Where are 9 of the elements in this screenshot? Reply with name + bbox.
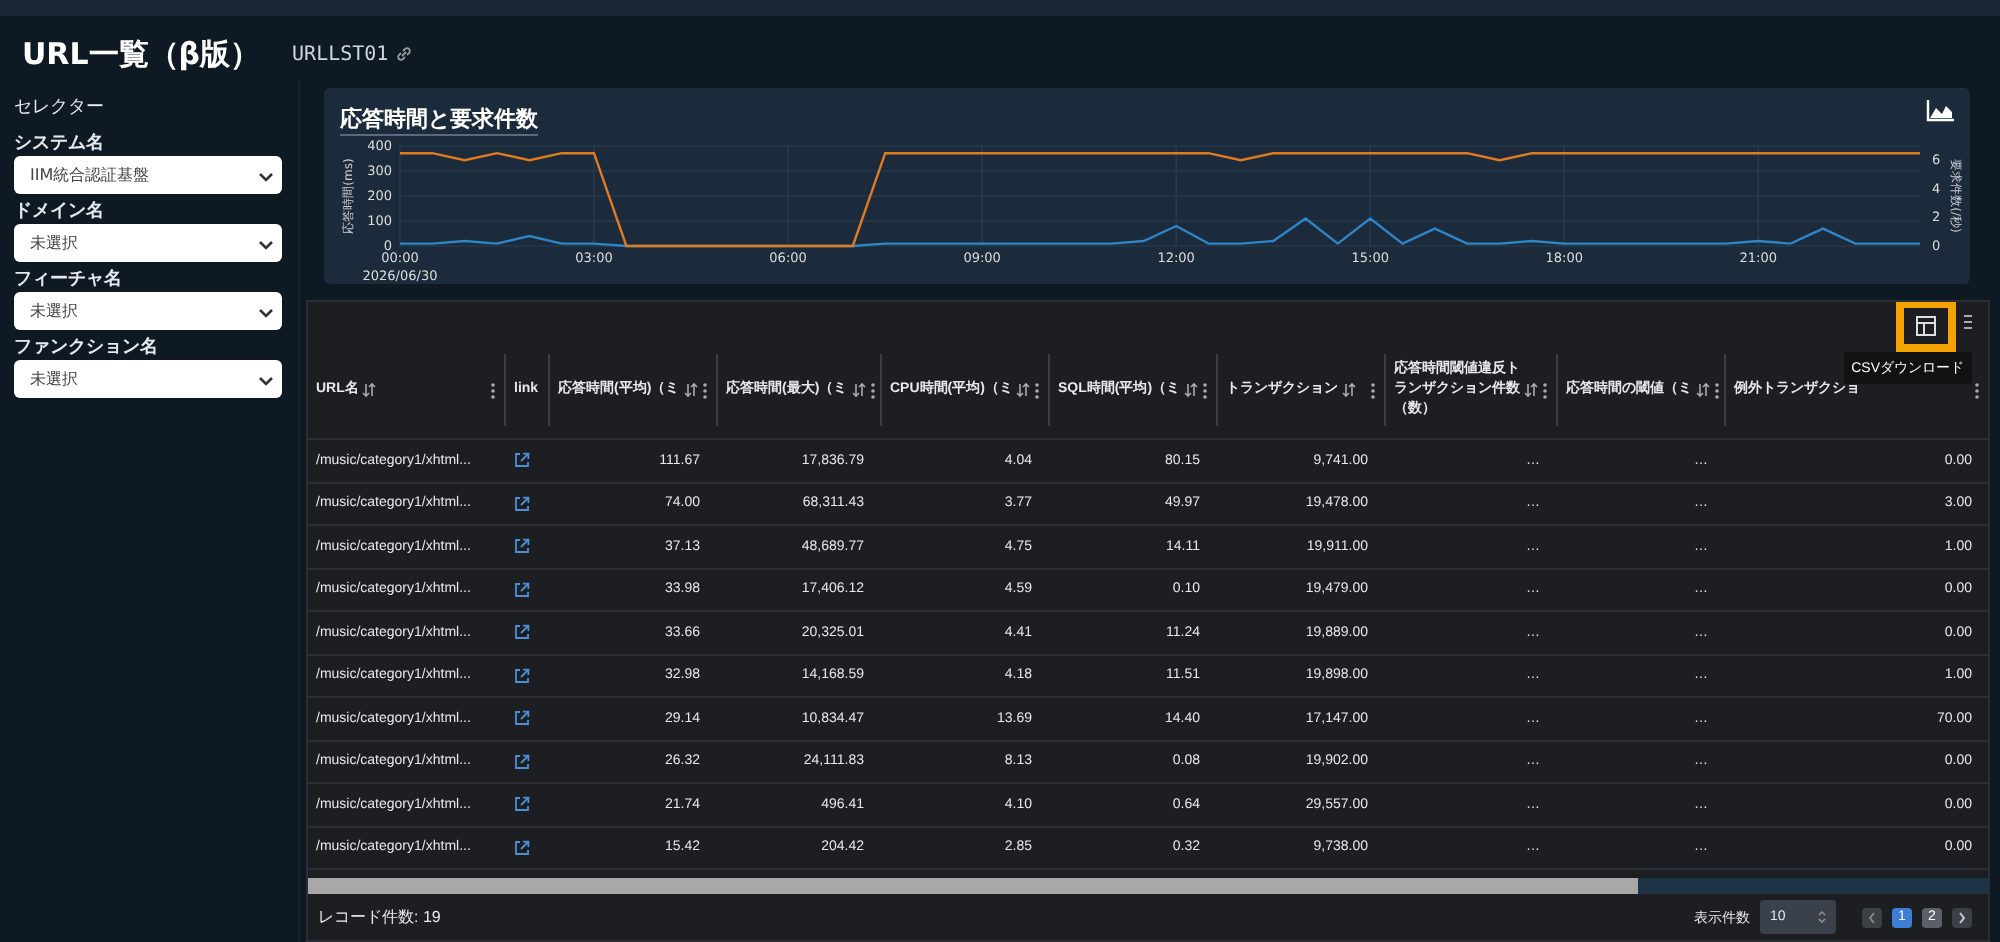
- page-code: URLLST01: [292, 43, 389, 65]
- filter-label: システム名: [14, 131, 106, 156]
- filter-label: フィーチャ名: [14, 267, 124, 292]
- filter-label: ファンクション名: [14, 335, 160, 360]
- chart-title: 応答時間と要求件数: [340, 104, 538, 136]
- page-title: URL一覧（β版）: [22, 35, 261, 73]
- record-count: レコード件数: 19: [318, 906, 441, 928]
- filter-label: ドメイン名: [14, 199, 106, 224]
- selector-heading: セレクター: [14, 96, 106, 120]
